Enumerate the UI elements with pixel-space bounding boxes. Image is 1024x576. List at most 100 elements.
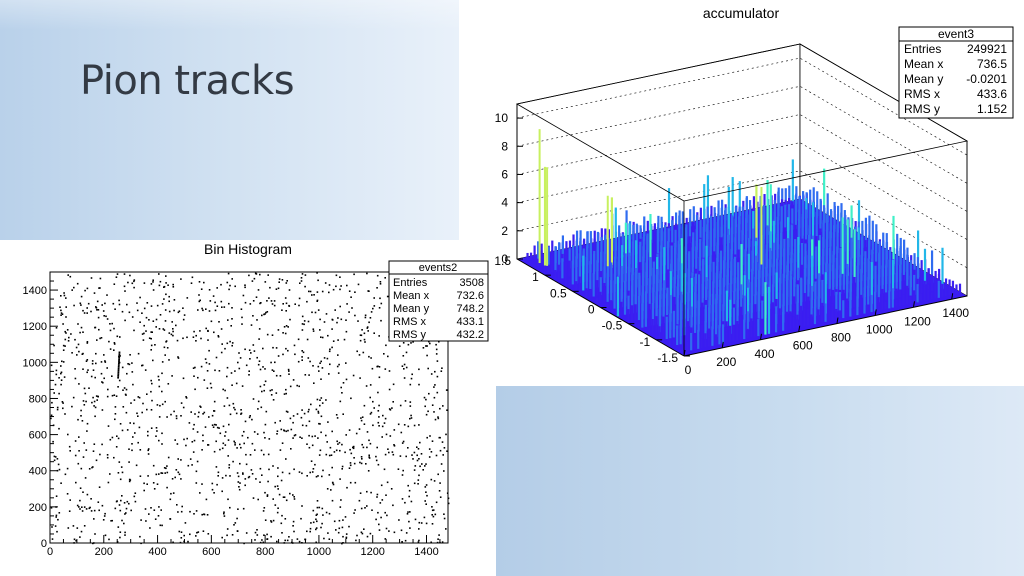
hist-point (358, 354, 361, 356)
hist-point (220, 283, 222, 286)
hist-point (376, 496, 378, 498)
hist-point (297, 360, 300, 363)
hist-stats-name: events2 (419, 262, 458, 274)
hist-point (227, 455, 229, 457)
hist-point (125, 394, 127, 396)
hist-point (95, 395, 98, 397)
hist-point (93, 292, 96, 294)
hist-point (341, 465, 344, 468)
hist-point (403, 368, 405, 370)
hist-point (356, 350, 358, 353)
hist-point (234, 442, 236, 444)
hist-point (368, 454, 370, 457)
lego-ytick-label: -0.5 (602, 319, 623, 333)
hist-point (121, 366, 124, 369)
hist-point (64, 345, 66, 347)
hist-point (357, 283, 360, 286)
hist-point (197, 309, 199, 311)
hist-point (277, 488, 279, 490)
hist-point (436, 375, 439, 378)
hist-point (360, 334, 363, 337)
hist-point (148, 337, 151, 339)
hist-point (379, 502, 382, 504)
hist-point (245, 463, 248, 466)
hist-point (145, 520, 147, 522)
hist-point (139, 535, 141, 538)
hist-point (193, 330, 195, 333)
hist-point (235, 412, 238, 415)
hist-point (443, 517, 446, 520)
hist-point (274, 361, 276, 364)
hist-point (336, 417, 339, 419)
hist-point (323, 321, 326, 323)
hist-point (114, 418, 116, 421)
hist-point (113, 327, 115, 330)
hist-point (192, 451, 195, 453)
hist-point (58, 468, 61, 471)
hist-point (300, 416, 303, 419)
hist-point (311, 435, 314, 438)
hist-point (334, 309, 336, 311)
hist-point (267, 274, 269, 276)
hist-point (276, 433, 278, 435)
hist-point (439, 496, 442, 498)
hist-point (303, 323, 305, 326)
hist-point (107, 388, 109, 391)
hist-point (57, 518, 59, 521)
hist-point (319, 404, 321, 407)
hist-point (188, 422, 191, 424)
hist-point (82, 456, 85, 458)
hist-point (158, 416, 161, 418)
hist-point (300, 517, 302, 520)
hist-point (56, 406, 59, 409)
hist-point (252, 315, 254, 317)
hist-point (445, 389, 448, 391)
hist-point (337, 354, 339, 356)
hist-point (229, 506, 231, 509)
hist-point (150, 337, 152, 340)
hist-point (109, 438, 112, 441)
hist-point (370, 491, 372, 494)
hist-point (268, 297, 270, 299)
hist-point (434, 513, 437, 516)
hist-point (178, 530, 181, 533)
lego-ytick-label: -1.5 (657, 351, 678, 365)
hist-point (119, 509, 122, 512)
hist-point (161, 472, 164, 474)
hist-point (366, 446, 368, 449)
hist-point (153, 509, 156, 511)
hist-point (193, 423, 195, 426)
lego-ytick-label: 1 (532, 270, 539, 284)
hist-point (376, 274, 379, 277)
hist-point (207, 533, 210, 535)
hist-point (318, 370, 320, 372)
lego-xtick-label: 200 (716, 355, 736, 369)
hist-point (150, 409, 153, 411)
hist-point (197, 531, 200, 533)
hist-point (190, 411, 192, 413)
hist-point (143, 332, 145, 335)
hist-point (69, 499, 71, 501)
hist-point (381, 425, 384, 428)
lego-stats-box: event3 Entries 249921Mean x 736.5Mean y -0.… (898, 26, 1014, 119)
hist-point (96, 339, 98, 341)
hist-point (391, 451, 394, 453)
hist-point (236, 472, 239, 474)
hist-point (386, 514, 388, 517)
hist-point (143, 307, 146, 310)
hist-point (100, 372, 103, 375)
hist-point (320, 336, 322, 338)
hist-point (417, 479, 420, 481)
hist-point (357, 320, 359, 322)
hist-point (232, 460, 234, 463)
hist-point (65, 316, 67, 318)
hist-point (82, 309, 84, 312)
hist-point (440, 463, 443, 465)
hist-point (327, 421, 329, 423)
hist-point (230, 325, 232, 327)
hist-point (413, 469, 416, 471)
hist-point (301, 437, 303, 439)
hist-point (166, 465, 168, 467)
hist-point (200, 288, 203, 290)
hist-point (263, 507, 266, 509)
